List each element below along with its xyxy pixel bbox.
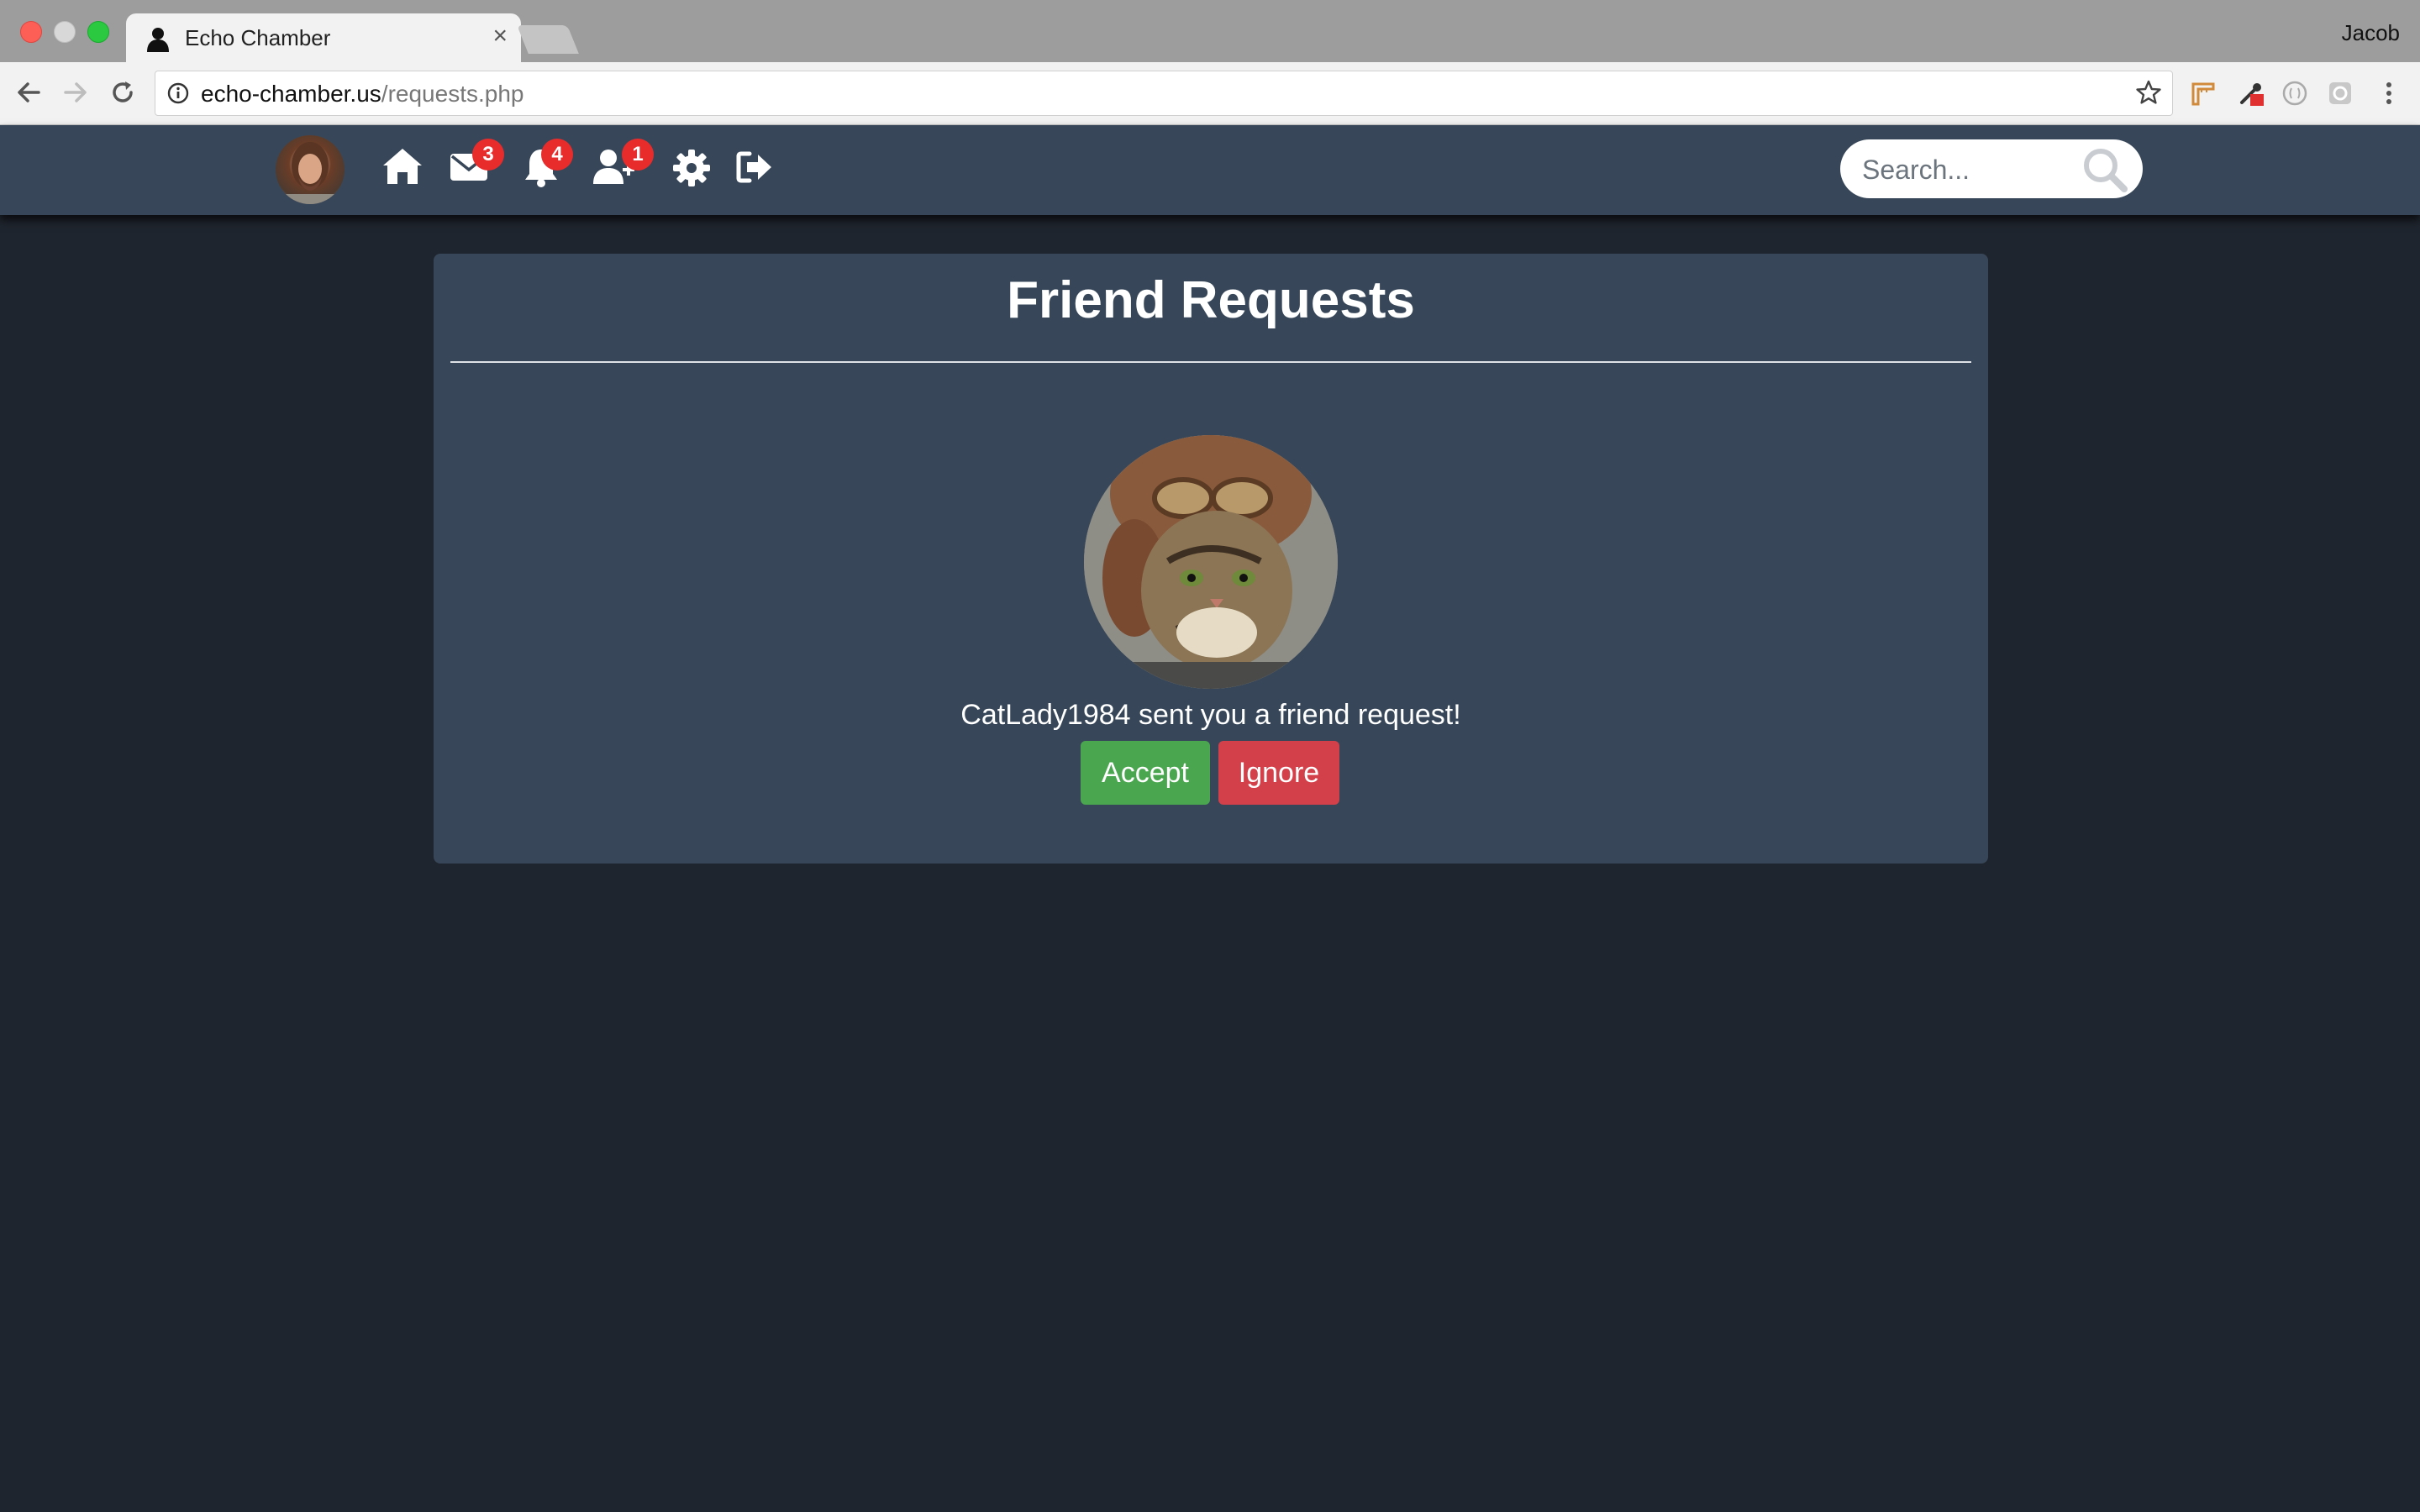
window-close-button[interactable] bbox=[20, 21, 42, 43]
search-box bbox=[1840, 139, 2143, 198]
user-avatar[interactable] bbox=[276, 135, 345, 204]
forward-arrow-icon[interactable] bbox=[60, 77, 91, 108]
notifications-badge: 4 bbox=[541, 139, 573, 171]
site-navbar: 3 4 1 bbox=[0, 125, 2420, 215]
extension-eyedropper-icon[interactable] bbox=[2237, 79, 2265, 108]
new-tab-button[interactable] bbox=[517, 25, 579, 54]
friend-request-message: CatLady1984 sent you a friend request! bbox=[960, 699, 1461, 731]
window-zoom-button[interactable] bbox=[87, 21, 109, 43]
messages-badge: 3 bbox=[472, 139, 504, 171]
friend-requests-panel: Friend Requests CatLady1984 sent you a f… bbox=[434, 254, 1988, 864]
search-input[interactable] bbox=[1860, 150, 2074, 190]
sign-out-icon[interactable] bbox=[736, 150, 773, 184]
url-text: echo-chamber.us/requests.php bbox=[201, 81, 523, 108]
tab-close-icon[interactable]: × bbox=[492, 22, 508, 50]
extension-circle-icon[interactable] bbox=[2281, 79, 2309, 108]
browser-profile-name[interactable]: Jacob bbox=[2342, 20, 2400, 46]
home-icon[interactable] bbox=[381, 147, 424, 186]
address-bar[interactable]: echo-chamber.us/requests.php bbox=[155, 71, 2173, 116]
browser-menu-icon[interactable] bbox=[2375, 79, 2403, 108]
page-title: Friend Requests bbox=[1007, 271, 1415, 329]
ignore-button[interactable]: Ignore bbox=[1218, 741, 1339, 805]
browser-tab-bar: Echo Chamber × Jacob bbox=[0, 0, 2420, 62]
url-host: echo-chamber.us bbox=[201, 81, 381, 107]
bookmark-star-icon[interactable] bbox=[2135, 79, 2162, 106]
user-silhouette-icon bbox=[147, 28, 169, 52]
extension-ruler-icon[interactable] bbox=[2188, 79, 2217, 108]
back-arrow-icon[interactable] bbox=[13, 77, 44, 108]
browser-toolbar: echo-chamber.us/requests.php bbox=[0, 62, 2420, 125]
url-path: /requests.php bbox=[381, 81, 524, 107]
gear-icon[interactable] bbox=[672, 149, 711, 187]
reload-icon[interactable] bbox=[108, 77, 138, 108]
tab-title: Echo Chamber bbox=[185, 25, 331, 50]
extension-gear-icon[interactable] bbox=[2326, 79, 2354, 108]
title-divider bbox=[450, 361, 1971, 363]
info-icon[interactable] bbox=[167, 82, 189, 104]
cat-pilot-portrait bbox=[1084, 435, 1338, 689]
avatar-portrait bbox=[276, 142, 345, 204]
friend-requests-badge: 1 bbox=[622, 139, 654, 171]
search-icon[interactable] bbox=[2081, 145, 2129, 194]
requester-avatar[interactable] bbox=[1084, 435, 1338, 689]
browser-tab-active[interactable]: Echo Chamber × bbox=[126, 13, 521, 62]
window-minimize-button[interactable] bbox=[54, 21, 76, 43]
accept-button[interactable]: Accept bbox=[1081, 741, 1210, 805]
